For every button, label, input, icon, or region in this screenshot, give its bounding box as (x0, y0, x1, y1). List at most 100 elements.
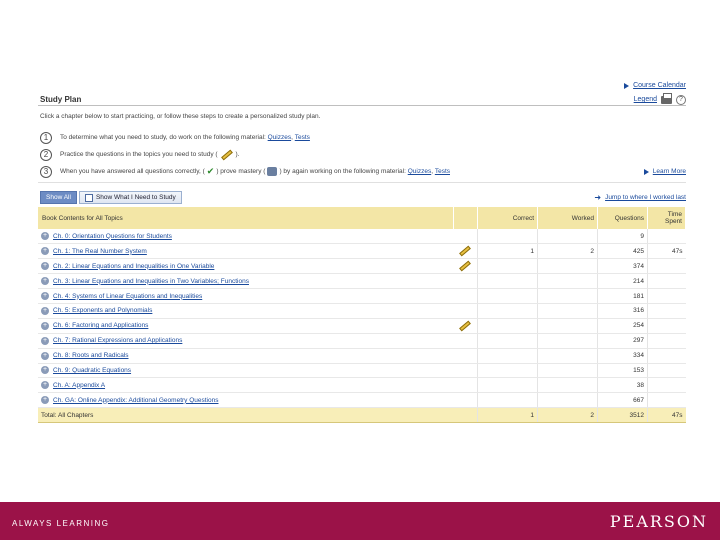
worked-cell (537, 273, 598, 290)
filter-tabs: Show All Show What I Need to Study (40, 191, 182, 204)
tests-link[interactable]: Tests (435, 168, 450, 175)
table-row[interactable]: + Ch. 2: Linear Equations and Inequalitie… (38, 258, 686, 275)
table-row[interactable]: + Ch. A: Appendix A 38 (38, 377, 686, 394)
table-row[interactable]: + Ch. 3: Linear Equations and Inequalitie… (38, 273, 686, 290)
table-row[interactable]: + Ch. 9: Quadratic Equations 153 (38, 363, 686, 379)
step-text: To determine what you need to study, do … (60, 134, 266, 141)
expand-icon[interactable]: + (41, 321, 49, 330)
step-number: 3 (40, 165, 52, 178)
correct-cell: 1 (477, 243, 538, 260)
questions-cell: 374 (597, 258, 648, 275)
pencil-cell (453, 243, 478, 260)
chapter-link[interactable]: Ch. 8: Roots and Radicals (53, 352, 129, 359)
chapter-entry: + Ch. 5: Exponents and Polynomials (41, 306, 450, 315)
chapter-cell: + Ch. 4: Systems of Linear Equations and … (38, 288, 453, 304)
worked-cell (537, 363, 598, 379)
chapter-cell: + Ch. 7: Rational Expressions and Applica… (38, 333, 453, 349)
time-cell (647, 392, 686, 409)
quizzes-link[interactable]: Quizzes (408, 168, 431, 175)
page-title: Study Plan (40, 95, 82, 104)
worked-cell (537, 258, 598, 275)
questions-cell: 297 (597, 333, 648, 349)
total-questions: 3512 (597, 407, 648, 424)
questions-cell: 334 (597, 348, 648, 364)
expand-icon[interactable]: + (41, 292, 49, 300)
chapter-link[interactable]: Ch. 9: Quadratic Equations (53, 367, 131, 374)
quizzes-link[interactable]: Quizzes (268, 134, 291, 141)
step-3: 3 When you have answered all questions c… (40, 163, 686, 180)
jump-to-last: ➜ Jump to where I worked last (594, 193, 686, 202)
pencil-cell (453, 273, 478, 290)
expand-icon[interactable]: + (41, 351, 49, 360)
total-label: Total: All Chapters (38, 407, 453, 424)
link-separator: , (291, 134, 293, 141)
pencil-cell (453, 288, 478, 304)
step-number: 2 (40, 148, 52, 161)
total-correct: 1 (477, 407, 538, 424)
time-cell (647, 273, 686, 290)
tests-link[interactable]: Tests (295, 134, 310, 141)
chapter-link[interactable]: Ch. 7: Rational Expressions and Applicat… (53, 337, 182, 344)
learn-more-link[interactable]: Learn More (653, 168, 686, 175)
chapter-link[interactable]: Ch. 2: Linear Equations and Inequalities… (53, 263, 214, 270)
chapter-link[interactable]: Ch. 6: Factoring and Applications (53, 322, 148, 329)
pencil-cell (453, 318, 478, 334)
correct-cell (477, 273, 538, 290)
table-row[interactable]: + Ch. 1: The Real Number System 1 2 425 47s (38, 243, 686, 260)
table-row[interactable]: + Ch. 4: Systems of Linear Equations and … (38, 288, 686, 304)
table-row[interactable]: + Ch. 8: Roots and Radicals 334 (38, 348, 686, 364)
correct-cell (477, 258, 538, 275)
pencil-cell (453, 392, 478, 409)
triangle-right-icon (624, 83, 630, 89)
chapter-entry: + Ch. GA: Online Appendix: Additional Geo… (41, 396, 450, 405)
tab-show-need[interactable]: Show What I Need to Study (78, 191, 182, 204)
footer-tagline: ALWAYS LEARNING (12, 519, 110, 528)
step-2: 2 Practice the questions in the topics y… (40, 146, 686, 163)
correct-cell (477, 303, 538, 319)
table-body: + Ch. 0: Orientation Questions for Studen… (38, 229, 686, 424)
chapter-link[interactable]: Ch. 1: The Real Number System (53, 248, 147, 255)
questions-cell: 667 (597, 392, 648, 409)
help-icon[interactable]: ? (676, 95, 686, 105)
expand-icon[interactable]: + (41, 366, 49, 375)
worked-cell (537, 288, 598, 304)
chapter-link[interactable]: Ch. A: Appendix A (53, 382, 105, 389)
printer-icon[interactable] (661, 93, 672, 104)
expand-icon[interactable]: + (41, 336, 49, 345)
pencil-cell (453, 303, 478, 319)
pencil-icon (459, 245, 471, 257)
expand-icon[interactable]: + (41, 396, 49, 405)
learn-more: Learn More (643, 168, 686, 175)
expand-icon[interactable]: + (41, 232, 49, 241)
correct-cell (477, 318, 538, 334)
worked-cell (537, 333, 598, 349)
table-row[interactable]: + Ch. 6: Factoring and Applications 254 (38, 318, 686, 334)
worked-cell (537, 318, 598, 334)
chapter-link[interactable]: Ch. GA: Online Appendix: Additional Geom… (53, 397, 218, 404)
chapter-link[interactable]: Ch. 5: Exponents and Polynomials (53, 307, 152, 314)
col-header-questions: Questions (597, 207, 648, 229)
table-row[interactable]: + Ch. 7: Rational Expressions and Applica… (38, 333, 686, 349)
chapter-entry: + Ch. 9: Quadratic Equations (41, 366, 450, 375)
table-row[interactable]: + Ch. 0: Orientation Questions for Studen… (38, 229, 686, 245)
course-calendar-link[interactable]: Course Calendar (633, 79, 686, 93)
chapter-link[interactable]: Ch. 3: Linear Equations and Inequalities… (53, 278, 249, 285)
table-row[interactable]: + Ch. GA: Online Appendix: Additional Geo… (38, 392, 686, 409)
expand-icon[interactable]: + (41, 306, 49, 315)
tab-show-all[interactable]: Show All (40, 191, 77, 204)
chapter-entry: + Ch. 8: Roots and Radicals (41, 351, 450, 360)
checkmark-icon: ✔ (206, 166, 215, 176)
jump-link[interactable]: Jump to where I worked last (605, 194, 686, 201)
expand-icon[interactable]: + (41, 247, 49, 256)
expand-icon[interactable]: + (41, 262, 49, 271)
expand-icon[interactable]: + (41, 381, 49, 390)
chapter-link[interactable]: Ch. 0: Orientation Questions for Student… (53, 233, 172, 240)
correct-cell (477, 288, 538, 304)
title-divider (38, 105, 686, 106)
chapter-entry: + Ch. 6: Factoring and Applications (41, 321, 450, 330)
top-links: Course Calendar Legend ? (624, 79, 686, 107)
chapter-cell: + Ch. 0: Orientation Questions for Studen… (38, 229, 453, 245)
expand-icon[interactable]: + (41, 277, 49, 286)
chapter-link[interactable]: Ch. 4: Systems of Linear Equations and I… (53, 293, 202, 300)
table-row[interactable]: + Ch. 5: Exponents and Polynomials 316 (38, 303, 686, 319)
